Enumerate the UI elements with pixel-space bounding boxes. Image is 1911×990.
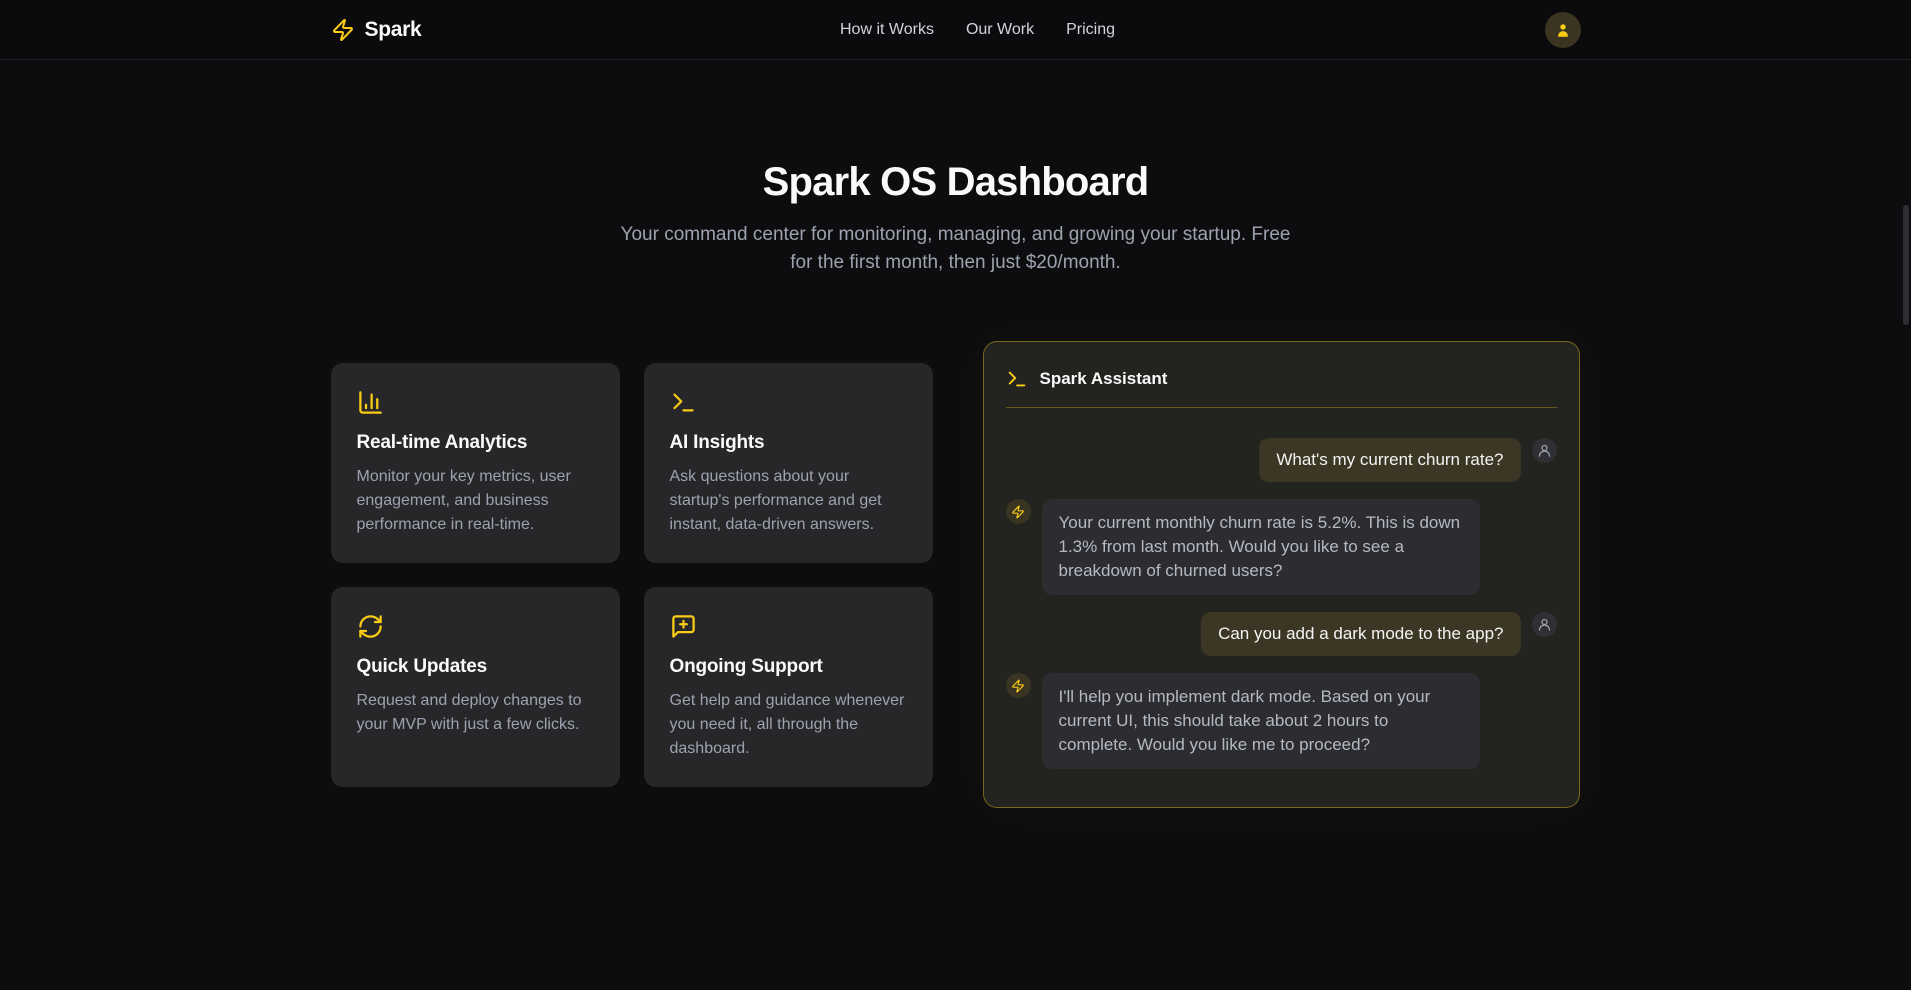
logo[interactable]: Spark (331, 18, 422, 42)
feature-title: Quick Updates (357, 656, 594, 678)
main-nav: How it Works Our Work Pricing (840, 21, 1115, 39)
assistant-avatar (1006, 499, 1031, 524)
scrollbar-track (1901, 0, 1911, 990)
feature-card-ai-insights: AI Insights Ask questions about your sta… (644, 363, 933, 563)
chat-message-list: What's my current churn rate? (1006, 438, 1557, 769)
scrollbar-thumb[interactable] (1903, 205, 1909, 325)
user-avatar (1532, 612, 1557, 637)
nav-link-pricing[interactable]: Pricing (1066, 21, 1115, 39)
refresh-icon (357, 613, 594, 640)
nav-link-our-work[interactable]: Our Work (966, 21, 1034, 39)
feature-card-quick-updates: Quick Updates Request and deploy changes… (331, 587, 620, 787)
terminal-icon (1006, 368, 1028, 390)
feature-description: Get help and guidance whenever you need … (670, 689, 907, 761)
chat-header: Spark Assistant (1006, 364, 1557, 408)
feature-card-ongoing-support: Ongoing Support Get help and guidance wh… (644, 587, 933, 787)
user-icon (1537, 443, 1552, 458)
logo-text: Spark (365, 18, 422, 42)
chat-message-user: What's my current churn rate? (1006, 438, 1557, 482)
page-title: Spark OS Dashboard (0, 160, 1911, 205)
bar-chart-icon (357, 389, 594, 416)
chat-message-assistant: I'll help you implement dark mode. Based… (1006, 673, 1557, 769)
message-square-plus-icon (670, 613, 907, 640)
user-message-bubble: What's my current churn rate? (1259, 438, 1520, 482)
assistant-message-bubble: I'll help you implement dark mode. Based… (1042, 673, 1480, 769)
terminal-icon (670, 389, 907, 416)
features-grid: Real-time Analytics Monitor your key met… (331, 363, 933, 787)
user-icon (1537, 617, 1552, 632)
chat-title: Spark Assistant (1040, 369, 1168, 389)
user-avatar (1532, 438, 1557, 463)
feature-description: Monitor your key metrics, user engagemen… (357, 465, 594, 537)
nav-link-how-it-works[interactable]: How it Works (840, 21, 934, 39)
feature-title: Real-time Analytics (357, 432, 594, 454)
account-avatar-button[interactable] (1545, 12, 1581, 48)
feature-description: Request and deploy changes to your MVP w… (357, 689, 594, 737)
zap-icon (1011, 679, 1025, 693)
feature-card-realtime-analytics: Real-time Analytics Monitor your key met… (331, 363, 620, 563)
assistant-avatar (1006, 673, 1031, 698)
main-content: Real-time Analytics Monitor your key met… (331, 341, 1581, 808)
chat-message-assistant: Your current monthly churn rate is 5.2%.… (1006, 499, 1557, 595)
zap-icon (1011, 505, 1025, 519)
user-icon (1554, 21, 1572, 39)
feature-description: Ask questions about your startup's perfo… (670, 465, 907, 537)
spark-assistant-widget: Spark Assistant What's my current churn … (983, 341, 1580, 808)
hero-section: Spark OS Dashboard Your command center f… (0, 160, 1911, 277)
zap-icon (331, 18, 355, 42)
header-container: Spark How it Works Our Work Pricing (331, 12, 1581, 48)
feature-title: AI Insights (670, 432, 907, 454)
hero-subtitle: Your command center for monitoring, mana… (616, 221, 1296, 277)
assistant-message-bubble: Your current monthly churn rate is 5.2%.… (1042, 499, 1480, 595)
site-header: Spark How it Works Our Work Pricing (0, 0, 1911, 60)
feature-title: Ongoing Support (670, 656, 907, 678)
chat-message-user: Can you add a dark mode to the app? (1006, 612, 1557, 656)
user-message-bubble: Can you add a dark mode to the app? (1201, 612, 1520, 656)
